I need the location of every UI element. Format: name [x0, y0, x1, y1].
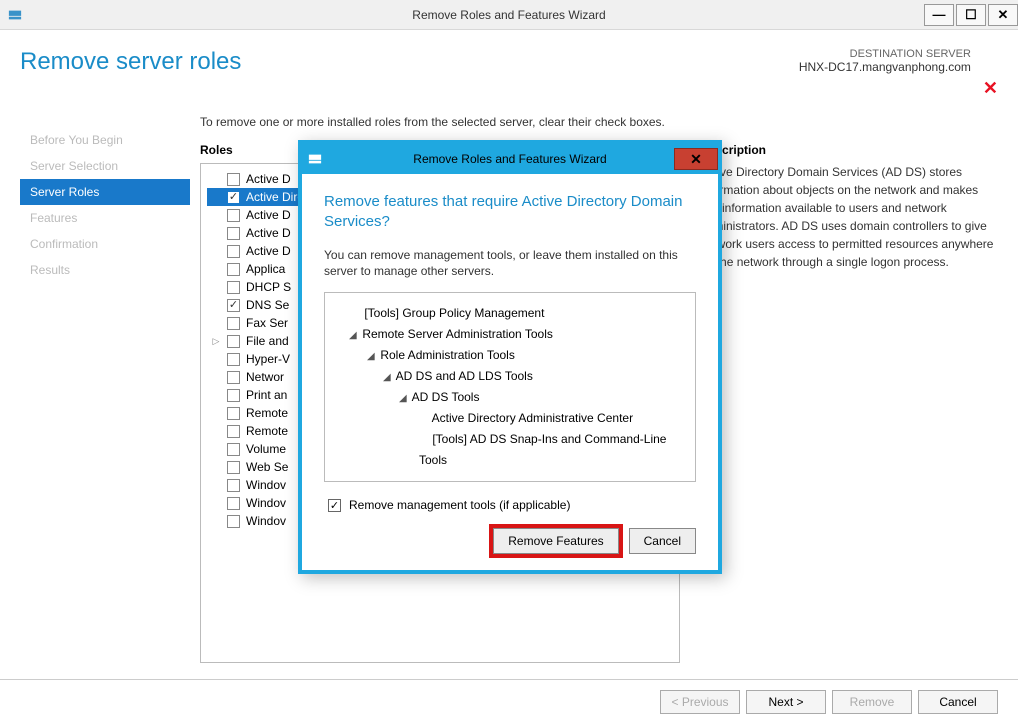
role-label: Remote: [246, 424, 288, 438]
remove-features-button[interactable]: Remove Features: [493, 528, 618, 554]
remove-button[interactable]: Remove: [832, 690, 912, 714]
role-checkbox[interactable]: [227, 299, 240, 312]
tree-node: Active Directory Administrative Center: [337, 408, 683, 429]
role-label: Active D: [246, 208, 291, 222]
tree-node: ◢ Remote Server Administration Tools: [337, 324, 683, 345]
page-title: Remove server roles: [20, 48, 799, 76]
tree-node-label: Active Directory Administrative Center: [429, 411, 633, 425]
role-description-text: Active Directory Domain Services (AD DS)…: [700, 163, 998, 271]
role-label: Hyper-V: [246, 352, 290, 366]
role-checkbox[interactable]: [227, 281, 240, 294]
window-title: Remove Roles and Features Wizard: [412, 8, 605, 22]
role-checkbox[interactable]: [227, 227, 240, 240]
role-checkbox[interactable]: [227, 173, 240, 186]
wizard-header: Remove server roles DESTINATION SERVER H…: [0, 30, 1018, 107]
role-label: Print an: [246, 388, 287, 402]
role-label: Volume: [246, 442, 286, 456]
feature-tree: [Tools] Group Policy Management◢ Remote …: [324, 292, 696, 482]
tree-expand-icon: ◢: [367, 348, 377, 366]
dialog-title: Remove Roles and Features Wizard: [413, 152, 606, 166]
role-checkbox[interactable]: [227, 443, 240, 456]
tree-node: [Tools] Group Policy Management: [337, 303, 683, 324]
role-label: DHCP S: [246, 280, 291, 294]
role-label: Active D: [246, 244, 291, 258]
tree-expand-icon: ◢: [383, 369, 393, 387]
role-checkbox[interactable]: [227, 317, 240, 330]
role-label: Remote: [246, 406, 288, 420]
role-label: Active D: [246, 226, 291, 240]
close-button[interactable]: ✕: [988, 4, 1018, 26]
next-button[interactable]: Next >: [746, 690, 826, 714]
role-label: Windov: [246, 514, 286, 528]
role-label: File and: [246, 334, 289, 348]
tree-node-label: [Tools] AD DS Snap-Ins and Command-Line …: [419, 432, 666, 467]
wizard-steps-sidebar: Before You BeginServer SelectionServer R…: [20, 107, 190, 682]
tree-expand-icon: ◢: [349, 327, 359, 345]
destination-label: DESTINATION SERVER: [799, 48, 971, 60]
role-checkbox[interactable]: [227, 515, 240, 528]
role-label: Active D: [246, 172, 291, 186]
maximize-button[interactable]: ☐: [956, 4, 986, 26]
role-checkbox[interactable]: [227, 425, 240, 438]
role-label: Applica: [246, 262, 285, 276]
wizard-step[interactable]: Features: [20, 205, 190, 231]
minimize-button[interactable]: —: [924, 4, 954, 26]
role-checkbox[interactable]: [227, 191, 240, 204]
server-manager-icon: [302, 152, 328, 166]
tree-node: ◢ AD DS and AD LDS Tools: [337, 366, 683, 387]
dialog-subtext: You can remove management tools, or leav…: [324, 247, 696, 281]
role-checkbox[interactable]: [227, 479, 240, 492]
wizard-step[interactable]: Confirmation: [20, 231, 190, 257]
role-checkbox[interactable]: [227, 461, 240, 474]
wizard-step: Server Roles: [20, 179, 190, 205]
dialog-heading: Remove features that require Active Dire…: [324, 192, 696, 233]
wizard-step[interactable]: Results: [20, 257, 190, 283]
wizard-step[interactable]: Before You Begin: [20, 127, 190, 153]
instruction-text: To remove one or more installed roles fr…: [200, 115, 998, 129]
tree-expand-icon: ◢: [399, 390, 409, 408]
role-label: Web Se: [246, 460, 288, 474]
previous-button[interactable]: < Previous: [660, 690, 740, 714]
role-checkbox[interactable]: [227, 407, 240, 420]
role-label: Windov: [246, 478, 286, 492]
description-column-header: Description: [700, 143, 998, 157]
tree-node-label: AD DS and AD LDS Tools: [393, 369, 533, 383]
dialog-titlebar: Remove Roles and Features Wizard ✕: [302, 144, 718, 174]
tree-node-label: Remote Server Administration Tools: [359, 327, 553, 341]
dialog-close-button[interactable]: ✕: [674, 148, 718, 170]
role-checkbox[interactable]: [227, 209, 240, 222]
server-manager-icon: [0, 8, 30, 22]
wizard-close-icon[interactable]: ✕: [983, 78, 998, 99]
remove-mgmt-tools-row[interactable]: Remove management tools (if applicable): [324, 498, 696, 512]
wizard-footer: < Previous Next > Remove Cancel: [0, 679, 1018, 724]
role-checkbox[interactable]: [227, 353, 240, 366]
tree-node-label: AD DS Tools: [409, 390, 479, 404]
dialog-cancel-button[interactable]: Cancel: [629, 528, 696, 554]
role-checkbox[interactable]: [227, 335, 240, 348]
wizard-step[interactable]: Server Selection: [20, 153, 190, 179]
role-label: Windov: [246, 496, 286, 510]
role-label: Networ: [246, 370, 284, 384]
destination-server-block: DESTINATION SERVER HNX-DC17.mangvanphong…: [799, 48, 971, 74]
expand-icon: ▷: [211, 336, 221, 347]
remove-features-dialog: Remove Roles and Features Wizard ✕ Remov…: [298, 140, 722, 574]
role-checkbox[interactable]: [227, 497, 240, 510]
role-label: Fax Ser: [246, 316, 288, 330]
remove-mgmt-tools-label: Remove management tools (if applicable): [349, 498, 570, 512]
tree-node: [Tools] AD DS Snap-Ins and Command-Line …: [337, 429, 683, 471]
role-checkbox[interactable]: [227, 245, 240, 258]
tree-node: ◢ Role Administration Tools: [337, 345, 683, 366]
tree-node-label: Role Administration Tools: [377, 348, 515, 362]
window-titlebar: Remove Roles and Features Wizard — ☐ ✕: [0, 0, 1018, 30]
destination-server-name: HNX-DC17.mangvanphong.com: [799, 60, 971, 74]
remove-mgmt-tools-checkbox[interactable]: [328, 499, 341, 512]
role-checkbox[interactable]: [227, 263, 240, 276]
tree-node: ◢ AD DS Tools: [337, 387, 683, 408]
tree-node-label: [Tools] Group Policy Management: [361, 306, 544, 320]
role-checkbox[interactable]: [227, 371, 240, 384]
cancel-button[interactable]: Cancel: [918, 690, 998, 714]
role-checkbox[interactable]: [227, 389, 240, 402]
role-label: DNS Se: [246, 298, 289, 312]
